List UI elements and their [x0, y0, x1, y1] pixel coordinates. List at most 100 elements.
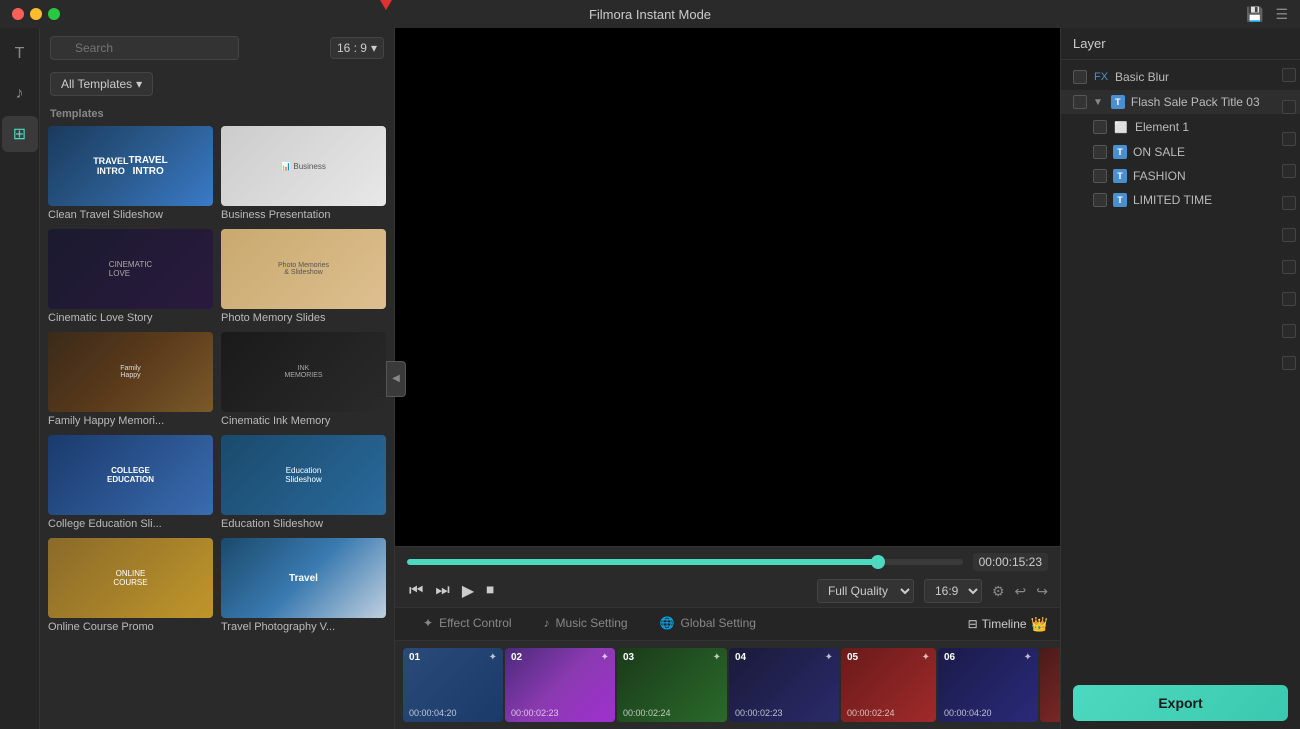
visibility-check-1[interactable]: [1282, 68, 1296, 82]
forward-button[interactable]: ⏭: [433, 580, 451, 602]
close-button[interactable]: [12, 8, 24, 20]
timeline-clip-3[interactable]: 03 ✦ 00:00:02:24: [617, 648, 727, 722]
template-item-3[interactable]: CINEMATICLOVE Cinematic Love Story: [48, 229, 213, 324]
tab-global-setting[interactable]: 🌐 Global Setting: [644, 608, 772, 640]
timeline-clip-6[interactable]: 06 ✦ 00:00:04:20: [938, 648, 1038, 722]
layer-check-fashion[interactable]: [1093, 169, 1107, 183]
visibility-check-6[interactable]: [1282, 228, 1296, 242]
timeline-layers-icon: ⊟: [968, 617, 978, 631]
template-row: FamilyHappy Family Happy Memori... INKME…: [48, 332, 386, 427]
aspect-ratio-selector[interactable]: 16 : 9 ▾: [330, 37, 384, 59]
preview-area: [395, 28, 1060, 546]
clip-time-6: 00:00:04:20: [944, 708, 992, 718]
visibility-check-10[interactable]: [1282, 356, 1296, 370]
template-item-2[interactable]: 📊 Business Business Presentation: [221, 126, 386, 221]
music-tab-icon: ♪: [544, 616, 550, 630]
visibility-check-4[interactable]: [1282, 164, 1296, 178]
export-button[interactable]: Export: [1073, 685, 1288, 721]
template-row: TRAVELINTRO Clean Travel Slideshow 📊 Bus…: [48, 126, 386, 221]
rewind-button[interactable]: ⏮: [407, 580, 425, 602]
visibility-check-9[interactable]: [1282, 324, 1296, 338]
effect-icon: ✦: [423, 616, 433, 630]
layer-check-flash-sale[interactable]: [1073, 95, 1087, 109]
tab-effect-control[interactable]: ✦ Effect Control: [407, 608, 528, 640]
layer-visibility-checks: [1282, 68, 1296, 370]
minimize-button[interactable]: [30, 8, 42, 20]
stop-button[interactable]: ⏹: [484, 580, 496, 602]
template-label-10: Travel Photography V...: [221, 621, 386, 633]
template-thumb-9: ONLINECOURSE: [48, 538, 213, 618]
aspect-select[interactable]: 16:9 9:16 1:1: [924, 579, 982, 603]
transport-controls: ⏮ ⏭ ▶ ⏹: [407, 579, 496, 603]
expand-icon-flash-sale[interactable]: ▼: [1093, 97, 1103, 108]
playback-bar: 00:00:15:23: [395, 546, 1060, 577]
layer-check-element1[interactable]: [1093, 120, 1107, 134]
chevron-down-icon: ▾: [136, 77, 142, 91]
visibility-check-8[interactable]: [1282, 292, 1296, 306]
collapse-panel-button[interactable]: ◀: [386, 361, 406, 397]
layer-item-fashion[interactable]: T FASHION: [1081, 164, 1300, 188]
play-button[interactable]: ▶: [460, 579, 476, 603]
chevron-down-icon: ▾: [371, 41, 377, 55]
layer-panel-header: Layer: [1061, 28, 1300, 60]
sidebar-item-music[interactable]: ♪: [2, 76, 38, 112]
visibility-check-3[interactable]: [1282, 132, 1296, 146]
layer-check-limited-time[interactable]: [1093, 193, 1107, 207]
quality-select[interactable]: Full Quality Half Quality: [817, 579, 914, 603]
timeline-area[interactable]: 01 ✦ 00:00:04:20 02 ✦ 00:00:02:23 03 ✦ 0…: [395, 641, 1060, 729]
layer-list: FX Basic Blur ▼ T Flash Sale Pack Title …: [1061, 60, 1300, 677]
progress-bar[interactable]: [407, 559, 963, 565]
layer-check-basic-blur[interactable]: [1073, 70, 1087, 84]
template-item-8[interactable]: EducationSlideshow Education Slideshow: [221, 435, 386, 530]
template-item-6[interactable]: INKMEMORIES Cinematic Ink Memory: [221, 332, 386, 427]
template-row: CINEMATICLOVE Cinematic Love Story Photo…: [48, 229, 386, 324]
panel-header: 🔍 16 : 9 ▾: [40, 28, 394, 68]
text-icon: T: [15, 45, 25, 63]
tab-music-setting[interactable]: ♪ Music Setting: [528, 608, 644, 640]
sidebar-item-template[interactable]: ⊞: [2, 116, 38, 152]
save-icon[interactable]: 💾: [1246, 6, 1263, 23]
all-templates-button[interactable]: All Templates ▾: [50, 72, 153, 96]
template-item-1[interactable]: TRAVELINTRO Clean Travel Slideshow: [48, 126, 213, 221]
maximize-button[interactable]: [48, 8, 60, 20]
window-controls[interactable]: [12, 8, 60, 20]
clip-time-1: 00:00:04:20: [409, 708, 457, 718]
template-item-4[interactable]: Photo Memories& Slideshow Photo Memory S…: [221, 229, 386, 324]
clip-time-5: 00:00:02:24: [847, 708, 895, 718]
timeline-clip-4[interactable]: 04 ✦ 00:00:02:23: [729, 648, 839, 722]
progress-handle[interactable]: [871, 555, 885, 569]
main-layout: T ♪ ⊞ 🔍 16 : 9 ▾ All Templates ▾: [0, 28, 1300, 729]
template-thumb-10: Travel: [221, 538, 386, 618]
visibility-check-5[interactable]: [1282, 196, 1296, 210]
template-item-9[interactable]: ONLINECOURSE Online Course Promo: [48, 538, 213, 633]
template-item-7[interactable]: COLLEGEEDUCATION College Education Sli..…: [48, 435, 213, 530]
layer-item-on-sale[interactable]: T ON SALE: [1081, 140, 1300, 164]
clip-number-3: 03: [623, 652, 634, 663]
undo-button[interactable]: ↩: [1015, 583, 1027, 600]
redo-button[interactable]: ↪: [1036, 583, 1048, 600]
layer-item-basic-blur[interactable]: FX Basic Blur: [1061, 64, 1300, 90]
search-input[interactable]: [50, 36, 239, 60]
tab-music-label: Music Setting: [556, 616, 628, 630]
clip-icon-4: ✦: [825, 652, 833, 663]
template-thumb-1: TRAVELINTRO: [48, 126, 213, 206]
timeline-clips: 01 ✦ 00:00:04:20 02 ✦ 00:00:02:23 03 ✦ 0…: [403, 648, 1060, 722]
timeline-clip-2[interactable]: 02 ✦ 00:00:02:23: [505, 648, 615, 722]
template-label-8: Education Slideshow: [221, 518, 386, 530]
timeline-clip-1[interactable]: 01 ✦ 00:00:04:20: [403, 648, 503, 722]
template-item-10[interactable]: Travel Travel Photography V...: [221, 538, 386, 633]
template-item-5[interactable]: FamilyHappy Family Happy Memori...: [48, 332, 213, 427]
settings-button[interactable]: ⚙: [992, 583, 1005, 600]
layer-item-element1[interactable]: ⬜ Element 1: [1081, 114, 1300, 140]
timeline-clip-5[interactable]: 05 ✦ 00:00:02:24: [841, 648, 936, 722]
visibility-check-2[interactable]: [1282, 100, 1296, 114]
layer-check-on-sale[interactable]: [1093, 145, 1107, 159]
layer-item-flash-sale[interactable]: ▼ T Flash Sale Pack Title 03: [1061, 90, 1300, 114]
menu-icon[interactable]: ☰: [1275, 6, 1288, 23]
layer-item-limited-time[interactable]: T LIMITED TIME: [1081, 188, 1300, 212]
visibility-check-7[interactable]: [1282, 260, 1296, 274]
sidebar-item-text[interactable]: T: [2, 36, 38, 72]
global-icon: 🌐: [660, 616, 675, 630]
clip-number-4: 04: [735, 652, 746, 663]
timeline-clip-6b[interactable]: [1040, 648, 1060, 722]
